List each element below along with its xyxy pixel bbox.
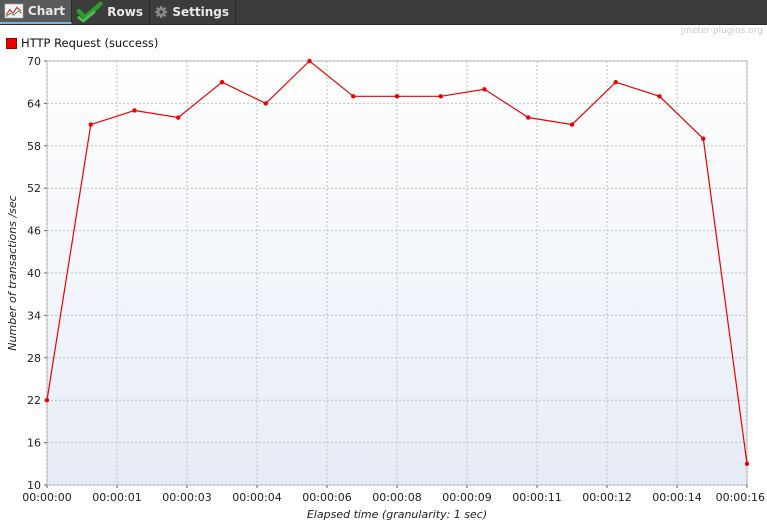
y-tick-label: 70 [27,55,41,68]
x-axis-title: Elapsed time (granularity: 1 sec) [307,508,487,521]
line-chart: 101622283440465258647000:00:00 00:00:01 00… [6,55,765,521]
x-tick-label: 00:00:16 [716,491,765,504]
x-tick-label: 00:00:09 [442,491,491,504]
y-tick-label: 64 [27,97,41,110]
x-tick-label: 00:00:14 [652,491,701,504]
x-tick-label: 00:00:03 [162,491,211,504]
x-tick-label: 00:00:04 [232,491,281,504]
x-tick-label: 00:00:06 [302,491,351,504]
data-point [351,94,356,99]
y-tick-label: 16 [27,437,41,450]
data-point [438,94,443,99]
y-tick-label: 22 [27,394,41,407]
y-tick-label: 52 [27,182,41,195]
x-tick-label: 00:00:08 [372,491,421,504]
data-point [701,136,706,141]
data-point [307,58,312,64]
data-point [526,115,531,120]
data-point [569,122,575,127]
x-tick-label: 00:00:00 [22,491,71,504]
data-point [44,398,50,403]
y-axis-title: Number of transactions /sec [6,195,19,350]
data-point [394,94,400,99]
x-tick-label: 00:00:11 [512,491,561,504]
y-tick-label: 34 [27,309,41,322]
data-point [132,108,137,113]
x-tick-label: 00:00:12 [582,491,631,504]
y-tick-label: 46 [27,225,41,238]
data-point [263,101,268,106]
y-tick-label: 28 [27,352,41,365]
data-point [88,122,93,127]
data-point [176,115,181,120]
y-tick-label: 40 [27,267,41,280]
data-point [657,94,662,99]
data-point [744,461,750,466]
data-point [613,80,618,85]
y-tick-label: 58 [27,140,41,153]
x-tick-label: 00:00:01 [92,491,141,504]
data-point [482,87,487,92]
data-point [219,80,225,85]
